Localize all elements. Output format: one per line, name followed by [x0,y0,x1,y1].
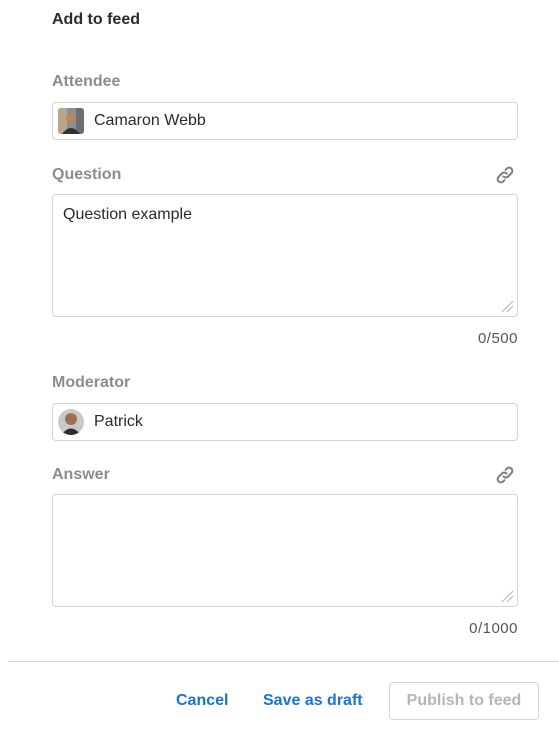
footer-divider [8,661,559,662]
publish-button-label: Publish to feed [406,692,522,709]
link-icon[interactable] [494,464,516,486]
attendee-avatar [58,108,84,134]
dialog-title: Add to feed [52,11,140,28]
moderator-label: Moderator [52,374,131,391]
cancel-button[interactable]: Cancel [176,690,228,712]
save-draft-button[interactable]: Save as draft [263,690,363,712]
moderator-value: Patrick [94,413,143,430]
link-icon[interactable] [494,164,516,186]
attendee-label: Attendee [52,73,121,90]
moderator-select[interactable]: Patrick [52,403,518,441]
attendee-select[interactable]: Camaron Webb [52,102,518,140]
question-char-counter: 0/500 [477,330,518,347]
moderator-avatar [58,409,84,435]
answer-label: Answer [52,466,110,483]
resize-handle-icon[interactable] [500,589,514,603]
question-label: Question [52,166,122,183]
attendee-value: Camaron Webb [94,112,206,129]
question-text: Question example [63,206,192,223]
publish-button[interactable]: Publish to feed [389,682,539,720]
answer-char-counter: 0/1000 [469,620,518,637]
question-textarea[interactable]: Question example [52,194,518,317]
answer-textarea[interactable] [52,494,518,607]
resize-handle-icon[interactable] [500,299,514,313]
add-to-feed-dialog: Add to feed Attendee Camaron Webb Questi… [0,0,559,733]
